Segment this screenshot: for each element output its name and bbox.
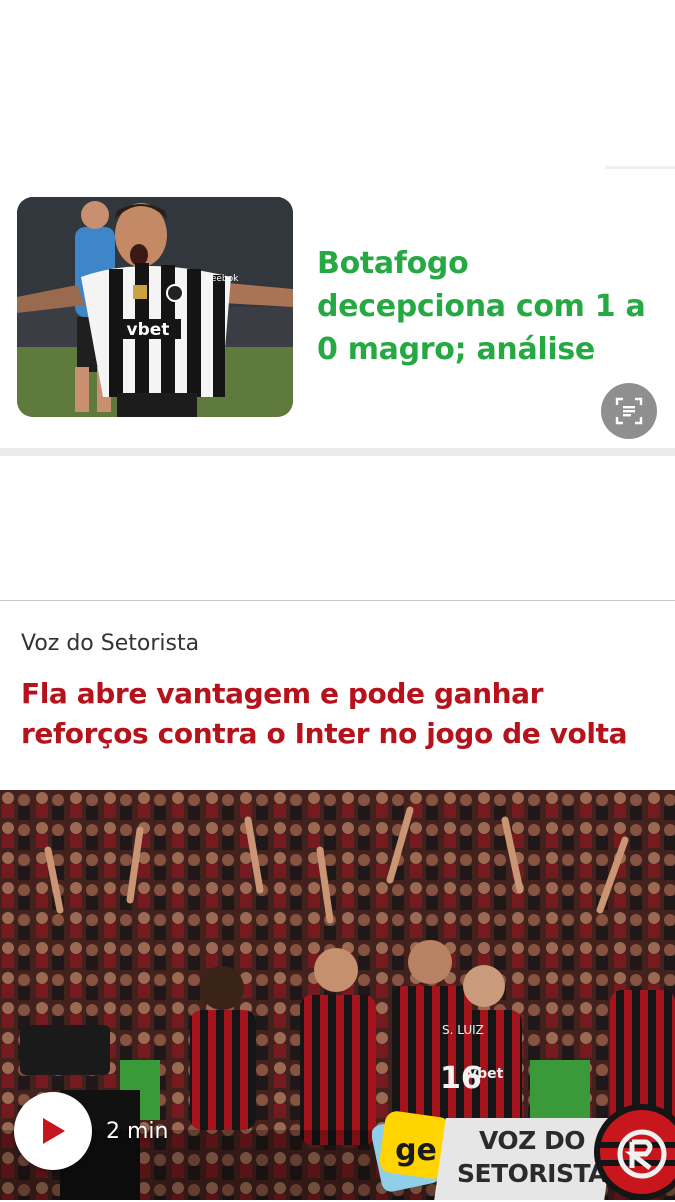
voz-banner-text: VOZ DO SETORISTA (452, 1124, 612, 1190)
section-label[interactable]: Voz do Setorista (21, 631, 199, 656)
video-duration: 2 min (106, 1118, 169, 1144)
main-headline[interactable]: Fla abre vantagem e pode ganhar reforços… (21, 674, 661, 754)
thumb-sponsor-text: vbet (127, 320, 170, 340)
voz-banner-line2: SETORISTA (457, 1159, 607, 1188)
play-button[interactable] (14, 1092, 92, 1170)
top-blank-area (0, 0, 675, 168)
scan-text-button[interactable] (601, 383, 657, 439)
card-thumbnail-image[interactable]: vbet Reebok (17, 197, 293, 417)
ad-space-blank (0, 456, 675, 600)
voz-banner-line1: VOZ DO (479, 1126, 586, 1155)
card-divider (0, 448, 675, 456)
scan-text-icon (615, 397, 643, 425)
top-edge-divider (605, 166, 675, 169)
section-divider (0, 600, 675, 601)
play-icon (43, 1118, 65, 1144)
jersey-sponsor: vbet (468, 1066, 504, 1082)
player-illustration: vbet Reebok (17, 197, 293, 417)
news-card-botafogo[interactable]: vbet Reebok Botafogo decepciona com 1 a … (0, 180, 675, 448)
ge-logo-text: ge (395, 1133, 437, 1168)
jersey-name: S. LUIZ (442, 1023, 484, 1037)
video-play-control[interactable]: 2 min (14, 1092, 168, 1170)
thumb-sleeve-text: Reebok (205, 274, 239, 284)
card-headline[interactable]: Botafogo decepciona com 1 a 0 magro; aná… (317, 242, 667, 371)
flamengo-crest-icon (594, 1104, 675, 1200)
